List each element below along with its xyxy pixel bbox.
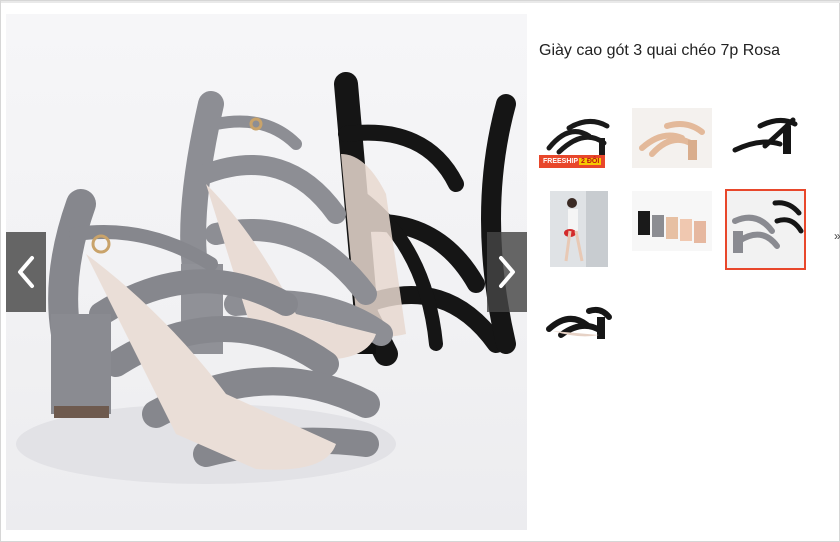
thumbnail-image [550,191,608,267]
thumbnail-image [639,121,705,160]
edge-arrow-icon: » [834,229,840,243]
previous-image-button[interactable] [6,232,46,312]
thumbnail-image [732,117,798,154]
thumbnail-image [632,191,712,251]
chevron-right-icon [499,256,515,288]
thumbnail-image [546,306,612,339]
thumbnail-3[interactable] [725,108,805,168]
top-divider [1,1,840,3]
thumbnail-7[interactable] [539,291,619,351]
thumbnail-image [732,200,804,253]
sandals-photo [16,72,516,484]
thumbnail-5[interactable] [632,191,712,251]
next-image-button[interactable] [487,232,527,312]
main-product-image [6,14,527,530]
thumbnail-4[interactable] [550,191,608,267]
product-title: Giày cao gót 3 quai chéo 7p Rosa [539,42,781,59]
chevron-left-icon [18,256,34,288]
product-gallery-modal: Giày cao gót 3 quai chéo 7p Rosa FREESHI… [0,0,840,542]
thumbnail-1[interactable]: FREESHIP 2 ĐÔI [539,108,619,168]
freeship-badge: FREESHIP 2 ĐÔI [539,155,606,168]
thumbnail-6[interactable] [725,189,806,270]
thumbnail-2[interactable] [632,108,712,168]
